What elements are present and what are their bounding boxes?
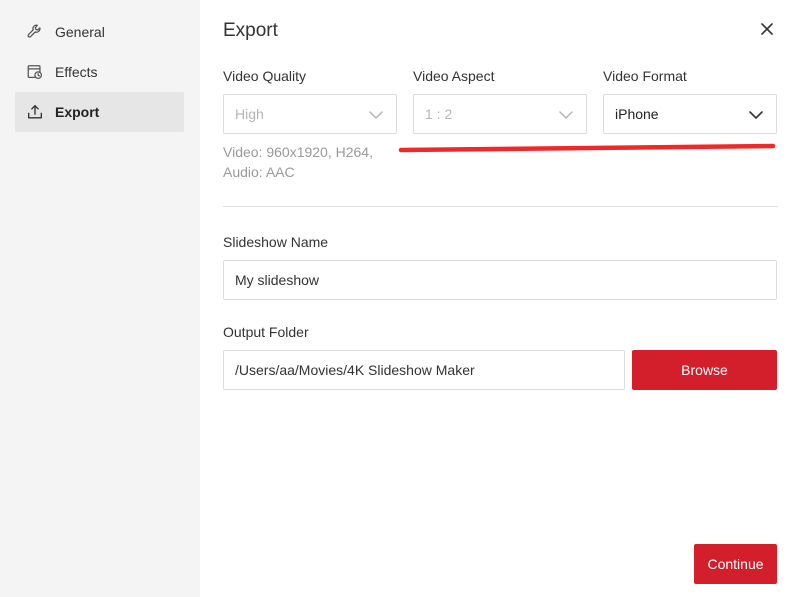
chevron-down-icon bbox=[369, 111, 383, 119]
close-button[interactable] bbox=[756, 18, 778, 40]
sidebar: General Effects Export bbox=[0, 0, 200, 597]
output-folder-input[interactable]: /Users/aa/Movies/4K Slideshow Maker bbox=[223, 350, 625, 390]
chevron-down-icon bbox=[559, 111, 573, 119]
page-title: Export bbox=[223, 20, 278, 41]
video-quality-value: High bbox=[235, 106, 264, 122]
divider bbox=[223, 206, 778, 207]
audio-info-line: Audio: AAC bbox=[223, 164, 295, 180]
slideshow-name-input[interactable]: My slideshow bbox=[223, 260, 777, 300]
sidebar-item-label: General bbox=[55, 24, 105, 40]
sidebar-item-export[interactable]: Export bbox=[15, 92, 184, 132]
output-folder-label: Output Folder bbox=[223, 324, 309, 340]
video-quality-label: Video Quality bbox=[223, 68, 307, 84]
slideshow-name-label: Slideshow Name bbox=[223, 234, 329, 250]
chevron-down-icon bbox=[749, 111, 763, 119]
video-info-line: Video: 960x1920, H264, bbox=[223, 144, 373, 160]
video-aspect-value: 1 : 2 bbox=[425, 106, 453, 122]
sidebar-item-general[interactable]: General bbox=[15, 12, 184, 52]
wrench-icon bbox=[25, 22, 45, 42]
slideshow-name-value: My slideshow bbox=[235, 272, 320, 288]
sidebar-item-effects[interactable]: Effects bbox=[15, 52, 184, 92]
sidebar-item-label: Effects bbox=[55, 64, 98, 80]
video-format-label: Video Format bbox=[603, 68, 687, 84]
export-icon bbox=[25, 102, 45, 122]
output-folder-value: /Users/aa/Movies/4K Slideshow Maker bbox=[235, 362, 475, 378]
effects-icon bbox=[25, 62, 45, 82]
close-icon bbox=[761, 23, 773, 35]
video-info-text: Video: 960x1920, H264, Audio: AAC bbox=[223, 142, 393, 182]
video-quality-select[interactable]: High bbox=[223, 94, 397, 134]
browse-button[interactable]: Browse bbox=[632, 350, 777, 390]
video-format-select[interactable]: iPhone bbox=[603, 94, 777, 134]
sidebar-item-label: Export bbox=[55, 104, 100, 120]
video-aspect-select[interactable]: 1 : 2 bbox=[413, 94, 587, 134]
continue-button[interactable]: Continue bbox=[694, 544, 777, 584]
export-panel: Export Video Quality Video Aspect Video … bbox=[200, 0, 800, 597]
video-format-value: iPhone bbox=[615, 106, 659, 122]
video-aspect-label: Video Aspect bbox=[413, 68, 495, 84]
